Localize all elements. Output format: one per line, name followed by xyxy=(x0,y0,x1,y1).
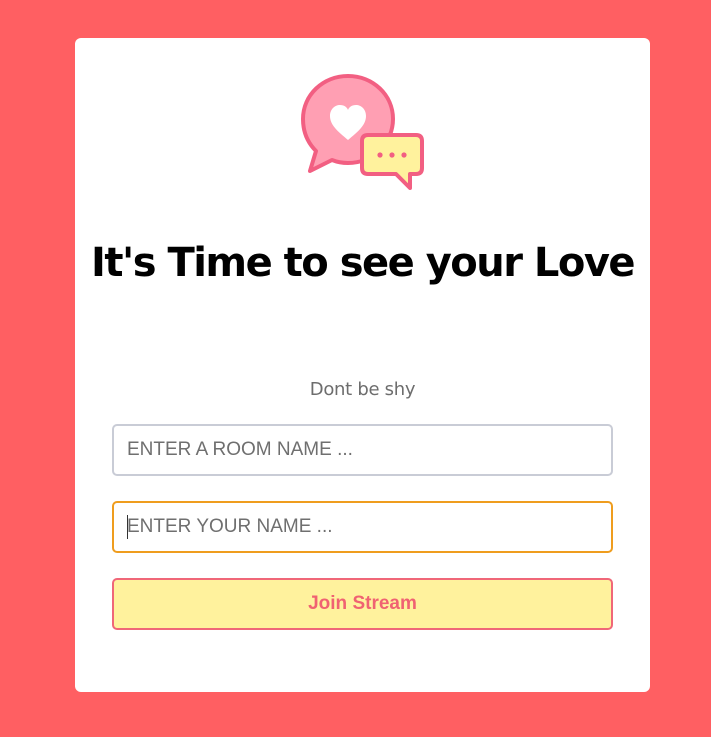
join-stream-button[interactable]: Join Stream xyxy=(112,578,613,630)
subtitle: Dont be shy xyxy=(309,379,416,400)
page-title: It's Time to see your Love xyxy=(90,240,636,286)
chat-heart-icon xyxy=(301,74,424,190)
room-name-input[interactable] xyxy=(112,424,613,476)
text-caret xyxy=(127,515,128,539)
join-card: It's Time to see your Love Dont be shy J… xyxy=(75,38,650,692)
your-name-input[interactable] xyxy=(112,501,613,553)
